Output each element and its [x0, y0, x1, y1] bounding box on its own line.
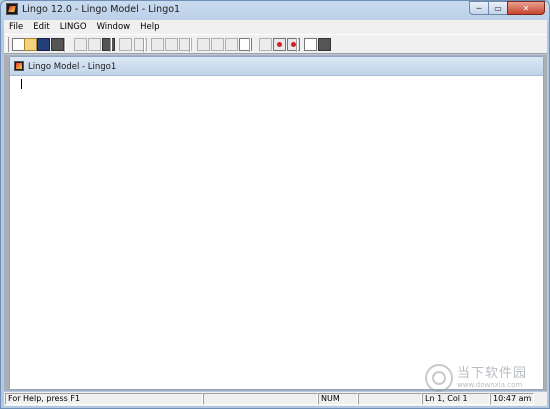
- menu-window[interactable]: Window: [92, 20, 136, 34]
- tile-icon[interactable]: [273, 38, 286, 51]
- status-cursor-position: Ln 1, Col 1: [422, 393, 490, 405]
- status-help-text: For Help, press F1: [5, 393, 203, 405]
- menu-bar: File Edit LINGO Window Help: [4, 20, 547, 34]
- open-icon[interactable]: [24, 38, 37, 51]
- status-bar: For Help, press F1 NUM Ln 1, Col 1 10:47…: [4, 392, 547, 406]
- close-button[interactable]: ✕: [507, 1, 545, 15]
- main-window: Lingo 12.0 - Lingo Model - Lingo1 ─ ▭ ✕ …: [0, 0, 550, 409]
- model-window-title-bar[interactable]: Lingo Model - Lingo1: [10, 57, 543, 76]
- lingo-app-icon[interactable]: [6, 3, 18, 15]
- save-icon[interactable]: [37, 38, 50, 51]
- menu-help[interactable]: Help: [135, 20, 164, 34]
- toolbar-grip[interactable]: [6, 37, 9, 52]
- toolbar-separator: [249, 38, 251, 52]
- watermark-name: 当下软件园: [457, 365, 528, 381]
- cascade-icon[interactable]: [287, 38, 300, 51]
- print-icon[interactable]: [51, 38, 64, 51]
- menu-lingo[interactable]: LINGO: [55, 20, 92, 34]
- paste-icon[interactable]: [102, 38, 115, 51]
- context-help-icon[interactable]: [318, 38, 331, 51]
- window-title: Lingo 12.0 - Lingo Model - Lingo1: [22, 4, 181, 15]
- minimize-button[interactable]: ─: [469, 1, 489, 15]
- menu-file[interactable]: File: [4, 20, 28, 34]
- solution-icon[interactable]: [211, 38, 224, 51]
- toolbar-separator: [110, 38, 112, 52]
- text-caret: [21, 79, 22, 89]
- model-window-icon[interactable]: [14, 61, 24, 71]
- watermark-logo-icon: [425, 364, 453, 392]
- status-pane-empty-2: [358, 393, 422, 405]
- maximize-button[interactable]: ▭: [488, 1, 508, 15]
- send-to-back-icon[interactable]: [259, 38, 272, 51]
- status-num-indicator: NUM: [318, 393, 358, 405]
- status-time: 10:47 am: [490, 393, 534, 405]
- undo-icon[interactable]: [119, 38, 132, 51]
- copy-icon[interactable]: [88, 38, 101, 51]
- menu-edit[interactable]: Edit: [28, 20, 54, 34]
- toolbar: [4, 34, 547, 54]
- model-window-title: Lingo Model - Lingo1: [28, 62, 117, 72]
- toolbar-separator: [143, 38, 145, 52]
- toolbar-separator: [189, 38, 191, 52]
- model-editor[interactable]: [10, 76, 543, 389]
- solve-icon[interactable]: [197, 38, 210, 51]
- title-bar[interactable]: Lingo 12.0 - Lingo Model - Lingo1 ─ ▭ ✕: [1, 1, 549, 19]
- find-icon[interactable]: [151, 38, 164, 51]
- toolbar-separator: [64, 38, 66, 52]
- watermark-url: www.downxia.com: [457, 380, 523, 389]
- window-controls: ─ ▭ ✕: [469, 1, 545, 15]
- redo-icon[interactable]: [134, 38, 147, 51]
- cut-icon[interactable]: [74, 38, 87, 51]
- mdi-client-area: Lingo Model - Lingo1: [4, 55, 547, 391]
- model-window: Lingo Model - Lingo1: [9, 56, 544, 390]
- help-topics-icon[interactable]: [304, 38, 317, 51]
- watermark: 当下软件园 www.downxia.com: [425, 363, 527, 393]
- goto-line-icon[interactable]: [165, 38, 178, 51]
- status-pane-empty-1: [203, 393, 318, 405]
- toolbar-separator: [296, 38, 298, 52]
- stop-icon[interactable]: [225, 38, 238, 51]
